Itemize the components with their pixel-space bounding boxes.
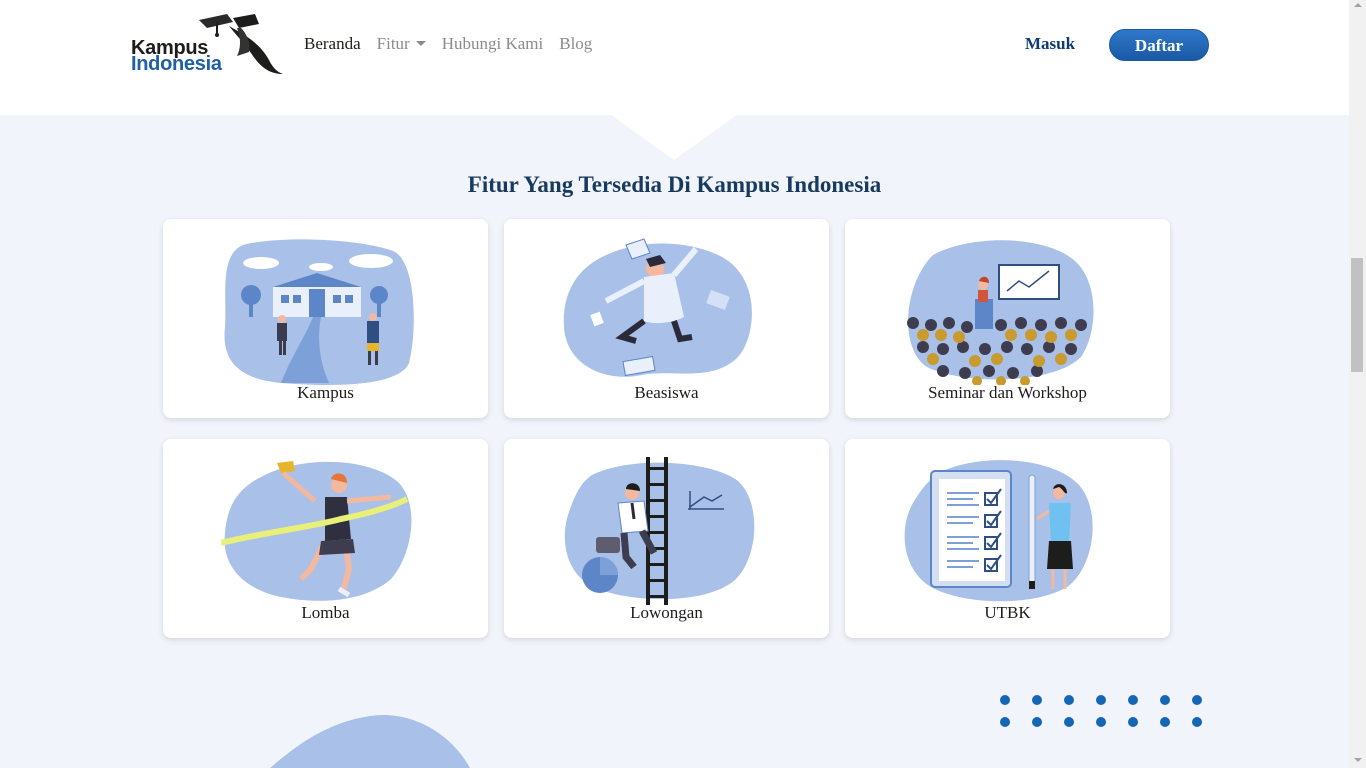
- feature-card-label: Kampus: [297, 383, 354, 402]
- logo-text-indonesia: Indonesia: [131, 53, 222, 75]
- feature-card-lowongan[interactable]: Lowongan: [504, 439, 829, 638]
- feature-card-label: Beasiswa: [634, 383, 699, 402]
- nav-dropdown-fitur[interactable]: Fitur: [377, 34, 426, 54]
- decorative-blob-shape: [270, 715, 470, 768]
- feature-card-label: Seminar dan Workshop: [928, 383, 1087, 402]
- career-ladder-illustration-icon: [564, 457, 755, 605]
- features-section-title: Fitur Yang Tersedia Di Kampus Indonesia: [467, 172, 882, 197]
- campus-illustration-icon: [224, 239, 414, 385]
- site-header: Kampus Indonesia Beranda Fitur Hubungi K…: [0, 0, 1349, 115]
- feature-card-utbk[interactable]: UTBK: [845, 439, 1170, 638]
- page-scrollbar[interactable]: [1349, 0, 1366, 768]
- feature-card-label: Lomba: [301, 603, 350, 622]
- kampus-indonesia-logo[interactable]: Kampus Indonesia: [131, 12, 283, 76]
- nav-link-blog[interactable]: Blog: [559, 34, 592, 54]
- login-button[interactable]: Masuk: [1025, 34, 1075, 54]
- exam-checklist-illustration-icon: [904, 460, 1093, 602]
- nav-link-hubungi-kami[interactable]: Hubungi Kami: [442, 34, 544, 54]
- scrollbar-thumb[interactable]: [1351, 258, 1363, 372]
- scroll-down-arrow-icon[interactable]: [1354, 758, 1362, 762]
- feature-card-label: UTBK: [984, 603, 1031, 622]
- scroll-up-arrow-icon[interactable]: [1354, 3, 1362, 7]
- caret-down-icon: [415, 41, 426, 46]
- feature-card-beasiswa[interactable]: Beasiswa: [504, 219, 829, 418]
- graduate-jumping-illustration-icon: [563, 238, 752, 377]
- register-button[interactable]: Daftar: [1109, 29, 1209, 61]
- main-nav: Beranda Fitur Hubungi Kami Blog: [304, 34, 592, 54]
- feature-card-kampus[interactable]: Kampus: [163, 219, 488, 418]
- feature-card-seminar-dan-workshop[interactable]: Seminar dan Workshop: [845, 219, 1170, 418]
- seminar-audience-illustration-icon: [907, 240, 1094, 385]
- nav-link-beranda[interactable]: Beranda: [304, 34, 361, 54]
- header-notch-divider: [610, 114, 738, 160]
- runner-finish-line-illustration-icon: [221, 461, 412, 601]
- decorative-dots-pattern: [1000, 695, 1202, 727]
- feature-card-label: Lowongan: [630, 603, 703, 622]
- nav-link-fitur-label: Fitur: [376, 34, 410, 53]
- feature-card-lomba[interactable]: Lomba: [163, 439, 488, 638]
